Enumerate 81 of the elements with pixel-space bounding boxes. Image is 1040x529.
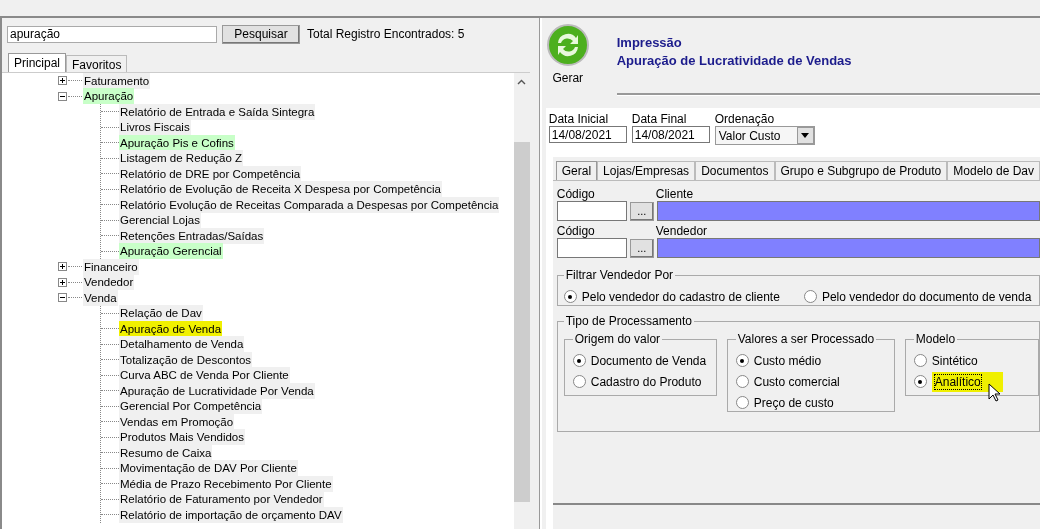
tab[interactable]: Grupo e Subgrupo de Produto (774, 161, 948, 180)
lookup-button[interactable]: ... (629, 238, 654, 258)
group-title: Origem do valor (573, 332, 662, 346)
tree-item[interactable]: Apuração de Venda (119, 320, 223, 337)
tab[interactable]: Principal (8, 53, 67, 72)
report-category: Impressão (616, 34, 683, 52)
scroll-up-icon[interactable] (517, 79, 527, 85)
radio-button[interactable] (735, 375, 749, 388)
search-field[interactable]: apuração (7, 25, 217, 43)
field-label: Data Final (631, 112, 688, 126)
tree-item[interactable]: Vendedor (83, 274, 135, 291)
caret-icon (801, 133, 810, 138)
date-field[interactable]: 14/08/2021 (548, 126, 627, 143)
tree-item[interactable]: Financeiro (83, 258, 139, 275)
tree-item[interactable]: Apuração Gerencial (119, 243, 223, 260)
radio-button[interactable] (803, 290, 817, 303)
radio-button[interactable] (572, 375, 586, 388)
tree-item[interactable]: Faturamento (83, 73, 151, 89)
report-title: Apuração de Lucratividade de Vendas (616, 52, 853, 70)
scrollbar[interactable] (513, 73, 530, 529)
tree-item[interactable]: Curva ABC de Venda Por Cliente (119, 367, 290, 384)
radio-label[interactable]: Documento de Venda (590, 353, 707, 368)
radio-label[interactable]: Analítico (931, 371, 1003, 392)
tree-item[interactable]: Relatório de Entrada e Saída Sintegra (119, 103, 316, 120)
radio-button[interactable] (572, 354, 586, 367)
tab[interactable]: Documentos (695, 161, 775, 180)
radio-label[interactable]: Cadastro do Produto (590, 374, 702, 389)
field-label: Data Inicial (548, 112, 610, 126)
field-label: Código (556, 224, 596, 238)
code-field[interactable] (556, 238, 627, 258)
radio-button[interactable] (735, 396, 749, 409)
radio-label[interactable]: Sintético (931, 353, 978, 368)
search-button[interactable]: Pesquisar (222, 24, 300, 44)
group-title: Modelo (914, 332, 957, 346)
name-field[interactable] (656, 238, 1040, 258)
radio-label[interactable]: Preço de custo (753, 395, 834, 410)
tab[interactable]: Modelo de Dav (947, 161, 1040, 180)
tab[interactable]: Lojas/Empresas (597, 161, 696, 180)
radio-label[interactable]: Pelo vendedor do cadastro de cliente (581, 289, 780, 304)
tree-item[interactable]: Relatório de Faturamento por Vendedor (119, 491, 324, 508)
tree-item[interactable]: Apuração Pis e Cofins (119, 134, 235, 151)
tree-item[interactable]: Relatório de Evolução de Receita X Despesa por Competência (119, 181, 442, 198)
tree-item[interactable]: Produtos Mais Vendidos (119, 429, 246, 446)
cursor-icon (987, 383, 1000, 402)
group-title: Tipo de Processamento (564, 314, 694, 328)
radio-label[interactable]: Pelo vendedor do documento de venda (821, 289, 1032, 304)
result-count: Total Registro Encontrados: 5 (307, 27, 465, 41)
expander-icon[interactable] (58, 91, 67, 101)
expander-icon[interactable] (58, 76, 67, 86)
tree-item[interactable]: Movimentação de DAV Por Cliente (119, 460, 298, 477)
group-title: Filtrar Vendedor Por (564, 268, 675, 282)
tree-item[interactable]: Relação de Dav (119, 305, 203, 322)
radio-button[interactable] (913, 375, 927, 388)
tree-item[interactable]: Relatório de DRE por Competência (119, 165, 302, 182)
tree-item[interactable]: Detalhamento de Venda (119, 336, 245, 353)
tab[interactable]: Geral (555, 161, 598, 180)
name-field[interactable] (656, 201, 1040, 221)
tree-item[interactable]: Livros Fiscais (119, 119, 191, 136)
code-field[interactable] (556, 201, 627, 221)
radio-button[interactable] (913, 354, 927, 367)
lookup-button[interactable]: ... (629, 201, 654, 221)
radio-button[interactable] (735, 354, 749, 367)
expander-icon[interactable] (58, 277, 67, 287)
field-label: Código (556, 187, 596, 201)
expander-icon[interactable] (58, 293, 67, 303)
tree-item[interactable]: Gerencial Por Competência (119, 398, 263, 415)
tab[interactable]: Favoritos (66, 55, 128, 72)
radio-label[interactable]: Custo comercial (753, 374, 840, 389)
tree-item[interactable]: Gerencial Lojas (119, 212, 201, 229)
field-label: Cliente (655, 187, 694, 201)
tree-item[interactable]: Retenções Entradas/Saídas (119, 227, 265, 244)
ordering-dropdown[interactable]: Valor Custo (714, 126, 815, 145)
field-label: Ordenação (714, 112, 776, 126)
expander-icon[interactable] (58, 262, 67, 272)
tree-item[interactable]: Apuração (83, 88, 135, 105)
date-field[interactable]: 14/08/2021 (631, 126, 710, 143)
field-label: Vendedor (655, 224, 708, 238)
radio-label[interactable]: Custo médio (753, 353, 822, 368)
tree-item[interactable]: Listagem de Redução Z (119, 150, 244, 167)
group-title: Valores a ser Processado (736, 332, 876, 346)
radio-button[interactable] (563, 290, 577, 303)
